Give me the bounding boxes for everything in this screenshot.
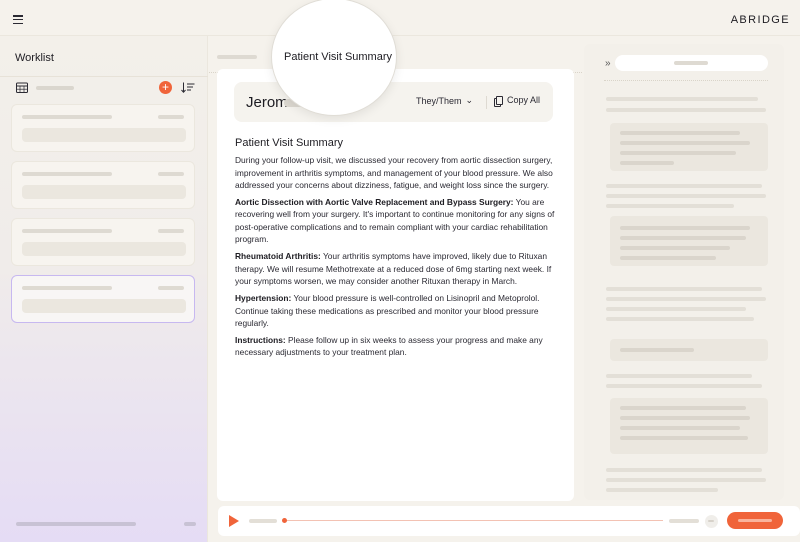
placeholder-line (620, 416, 750, 420)
placeholder-line (674, 61, 708, 65)
placeholder-line (606, 488, 718, 492)
section-heading: Rheumatoid Arthritis: (235, 251, 321, 261)
placeholder-box (610, 339, 768, 361)
sidebar-footer-placeholder (16, 522, 136, 526)
placeholder-line (158, 172, 184, 176)
magnifier-lens: Patient Visit Summary (271, 0, 397, 116)
placeholder-line (620, 141, 750, 145)
placeholder-line (22, 229, 112, 233)
placeholder-line (158, 115, 184, 119)
placeholder-line (606, 307, 746, 311)
sort-icon[interactable] (181, 82, 195, 93)
divider (604, 80, 768, 81)
pronoun-dropdown[interactable]: They/Them ⌄ (416, 95, 473, 106)
list-item[interactable] (11, 104, 195, 152)
summary-title: Patient Visit Summary (235, 137, 560, 149)
placeholder-line (620, 226, 750, 230)
worklist-title: Worklist (15, 52, 54, 64)
right-panel-search[interactable] (615, 55, 768, 71)
divider (0, 76, 208, 77)
placeholder-block (22, 242, 186, 256)
placeholder-line (606, 194, 766, 198)
play-icon[interactable] (229, 515, 239, 527)
placeholder-line (606, 478, 766, 482)
chevron-down-icon: ⌄ (466, 95, 474, 106)
placeholder-line (620, 151, 736, 155)
audio-player (218, 506, 800, 536)
pronoun-label: They/Them (416, 96, 462, 106)
summary-section: Hypertension: Your blood pressure is wel… (235, 292, 560, 329)
placeholder-line (620, 436, 748, 440)
menu-icon[interactable] (13, 15, 23, 24)
summary-content: Patient Visit Summary During your follow… (235, 137, 560, 364)
placeholder-line (620, 246, 730, 250)
summary-intro: During your follow-up visit, we discusse… (235, 154, 560, 191)
placeholder-line (620, 406, 746, 410)
time-placeholder (669, 519, 699, 523)
placeholder-line (606, 184, 762, 188)
placeholder-line (606, 384, 762, 388)
date-placeholder[interactable] (36, 86, 74, 90)
placeholder-line (620, 236, 746, 240)
placeholder-line (606, 204, 734, 208)
placeholder-line (620, 348, 694, 352)
placeholder-block (22, 128, 186, 142)
placeholder-line (22, 286, 112, 290)
main-panel: Jerome They/Them ⌄ Copy All Patient Visi… (209, 36, 583, 506)
list-item[interactable] (11, 218, 195, 266)
placeholder-line (606, 287, 762, 291)
add-button[interactable]: + (159, 81, 172, 94)
placeholder-block (22, 185, 186, 199)
speed-button[interactable] (705, 515, 718, 528)
placeholder-line (158, 229, 184, 233)
summary-section: Aortic Dissection with Aortic Valve Repl… (235, 196, 560, 245)
section-heading: Instructions: (235, 335, 286, 345)
progress-track[interactable] (285, 520, 663, 521)
top-bar: ABRIDGE (0, 0, 800, 36)
time-placeholder (249, 519, 277, 523)
placeholder-box (610, 123, 768, 171)
right-panel: » (584, 36, 800, 506)
sidebar-footer-placeholder (184, 522, 196, 526)
placeholder-line (606, 97, 758, 101)
brand-logo: ABRIDGE (731, 14, 790, 26)
placeholder-line (158, 286, 184, 290)
progress-handle[interactable] (282, 518, 287, 523)
list-item[interactable] (11, 161, 195, 209)
placeholder-line (606, 297, 766, 301)
calendar-icon[interactable] (16, 82, 28, 93)
summary-section: Rheumatoid Arthritis: Your arthritis sym… (235, 250, 560, 287)
summary-section: Instructions: Please follow up in six we… (235, 334, 560, 359)
copy-all-label: Copy All (507, 95, 540, 105)
expand-icon[interactable]: » (605, 58, 611, 69)
copy-all-button[interactable]: Copy All (494, 95, 540, 105)
placeholder-line (606, 468, 762, 472)
section-heading: Aortic Dissection with Aortic Valve Repl… (235, 197, 513, 207)
placeholder-box (610, 398, 768, 454)
placeholder-line (620, 131, 740, 135)
placeholder-box (610, 216, 768, 266)
placeholder-block (22, 299, 186, 313)
summary-document: Jerome They/Them ⌄ Copy All Patient Visi… (217, 69, 574, 501)
placeholder-line (620, 426, 740, 430)
placeholder-line (620, 161, 674, 165)
magnified-title: Patient Visit Summary (284, 51, 392, 63)
header-placeholder (217, 55, 257, 59)
section-heading: Hypertension: (235, 293, 291, 303)
copy-icon (494, 96, 502, 105)
sidebar: Worklist + (0, 36, 208, 542)
placeholder-line (606, 374, 752, 378)
placeholder-line (606, 317, 754, 321)
placeholder-line (22, 172, 112, 176)
placeholder-line (620, 256, 716, 260)
placeholder-line (606, 108, 766, 112)
list-item-selected[interactable] (11, 275, 195, 323)
primary-action-button[interactable] (727, 512, 783, 529)
divider (486, 96, 487, 109)
placeholder-line (22, 115, 112, 119)
